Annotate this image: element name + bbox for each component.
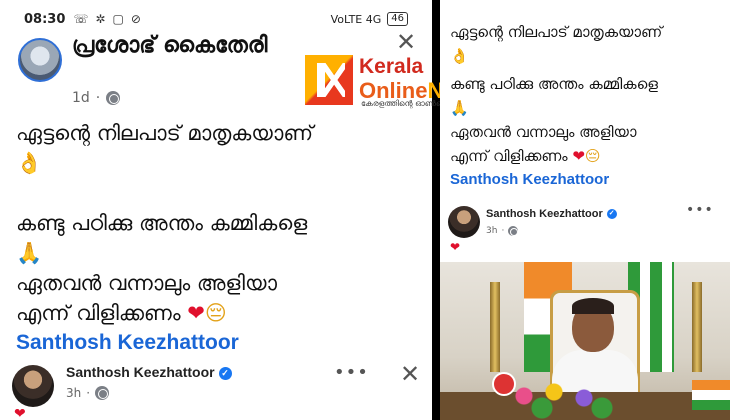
post-line-3: ഏതവൻ വന്നാലും അളിയാ xyxy=(16,271,278,295)
verified-badge-icon: ✓ xyxy=(606,209,617,220)
commenter-avatar[interactable] xyxy=(12,365,54,407)
right-post-body: ഏട്ടന്റെ നിലപാട് മാതൃകയാണ് 👌 കണ്ടു പഠിക്… xyxy=(450,20,730,192)
status-icons: ☏ ✲ ▢ ⊘ xyxy=(73,12,140,26)
globe-icon xyxy=(95,386,110,400)
heart-emoji: ❤ xyxy=(187,301,205,325)
post-line-4-wrap: എന്ന് വിളിക്കണം ❤😔 xyxy=(16,298,416,328)
logo-k-mark-icon xyxy=(305,55,353,105)
author-name[interactable]: പ്രശോഭ് കൈതേരി xyxy=(72,32,302,60)
post-line-4: എന്ന് വിളിക്കണം xyxy=(16,301,181,325)
reaction-sticker-icon xyxy=(492,372,516,396)
commenter-name[interactable]: Santhosh Keezhattoor xyxy=(486,208,603,220)
right-comment-row: Santhosh Keezhattoor ✓ 3h · ••• ❤ xyxy=(448,202,730,258)
more-options-icon[interactable]: ••• xyxy=(334,362,369,383)
pray-emoji: 🙏 xyxy=(16,241,43,265)
network-label: VoLTE 4G xyxy=(330,12,382,26)
close-icon[interactable]: ✕ xyxy=(396,30,416,54)
whatsapp-icon: ☏ xyxy=(73,12,89,26)
heart-emoji: ❤ xyxy=(572,147,585,165)
comment-time[interactable]: 3h xyxy=(486,226,497,236)
post-line-2: കണ്ടു പഠിക്കു അന്തം കമ്മികളെ xyxy=(16,211,308,235)
heart-reaction-icon: ❤ xyxy=(14,406,26,420)
flowers-image xyxy=(500,380,620,420)
dnd-icon: ⊘ xyxy=(130,12,141,26)
post-signature[interactable]: Santhosh Keezhattoor xyxy=(16,328,416,358)
battery-icon: 46 xyxy=(387,12,408,26)
small-flag-image xyxy=(692,380,730,410)
pinwheel-icon: ✲ xyxy=(95,12,106,26)
commenter-name-wrap[interactable]: Santhosh Keezhattoor ✓ xyxy=(486,208,617,220)
ok-hand-emoji: 👌 xyxy=(450,47,469,65)
status-right: VoLTE 4G 46 xyxy=(331,12,408,26)
pensive-face-emoji: 😔 xyxy=(204,301,227,325)
ok-hand-emoji: 👌 xyxy=(16,151,43,175)
status-time: 08:30 xyxy=(24,11,66,27)
post-body: ഏട്ടന്റെ നിലപാട് മാതൃകയാണ് 👌 കണ്ടു പഠിക്… xyxy=(16,118,416,358)
author-avatar[interactable] xyxy=(18,38,62,82)
commenter-name[interactable]: Santhosh Keezhattoor xyxy=(66,364,215,380)
more-options-icon[interactable]: ••• xyxy=(686,202,714,218)
comment-meta: 3h · xyxy=(66,386,110,400)
post-meta: 1d · xyxy=(72,90,121,106)
globe-icon xyxy=(508,226,519,236)
comment-meta: 3h · xyxy=(486,226,519,236)
verified-badge-icon: ✓ xyxy=(218,366,232,380)
right-post-line-1: ഏട്ടന്റെ നിലപാട് മാതൃകയാണ് xyxy=(450,23,663,41)
comment-time[interactable]: 3h xyxy=(66,386,81,400)
right-post-line-4-wrap: എന്ന് വിളിക്കണം ❤😔 xyxy=(450,144,730,168)
right-post-signature[interactable]: Santhosh Keezhattoor xyxy=(450,168,730,192)
gallery-icon: ▢ xyxy=(112,12,124,26)
commenter-avatar[interactable] xyxy=(448,206,480,238)
right-post-line-4: എന്ന് വിളിക്കണം xyxy=(450,147,568,165)
right-post-line-2: കണ്ടു പഠിക്കു അന്തം കമ്മികളെ xyxy=(450,75,659,93)
right-screenshot: ഏട്ടന്റെ നിലപാട് മാതൃകയാണ് 👌 കണ്ടു പഠിക്… xyxy=(440,0,730,420)
post-time[interactable]: 1d xyxy=(72,90,90,106)
post-line-1: ഏട്ടന്റെ നിലപാട് മാതൃകയാണ് xyxy=(16,121,314,145)
close-icon[interactable]: ✕ xyxy=(400,362,420,386)
commenter-name-wrap[interactable]: Santhosh Keezhattoor ✓ xyxy=(66,364,232,380)
globe-icon xyxy=(106,91,121,105)
heart-reaction-icon: ❤ xyxy=(450,240,461,254)
pray-emoji: 🙏 xyxy=(450,99,469,117)
pensive-face-emoji: 😔 xyxy=(584,147,601,165)
right-post-line-3: ഏതവൻ വന്നാലും അളിയാ xyxy=(450,123,637,141)
comment-row: Santhosh Keezhattoor ✓ 3h · ••• ✕ ❤ xyxy=(12,360,422,420)
post-photo[interactable] xyxy=(440,262,730,420)
